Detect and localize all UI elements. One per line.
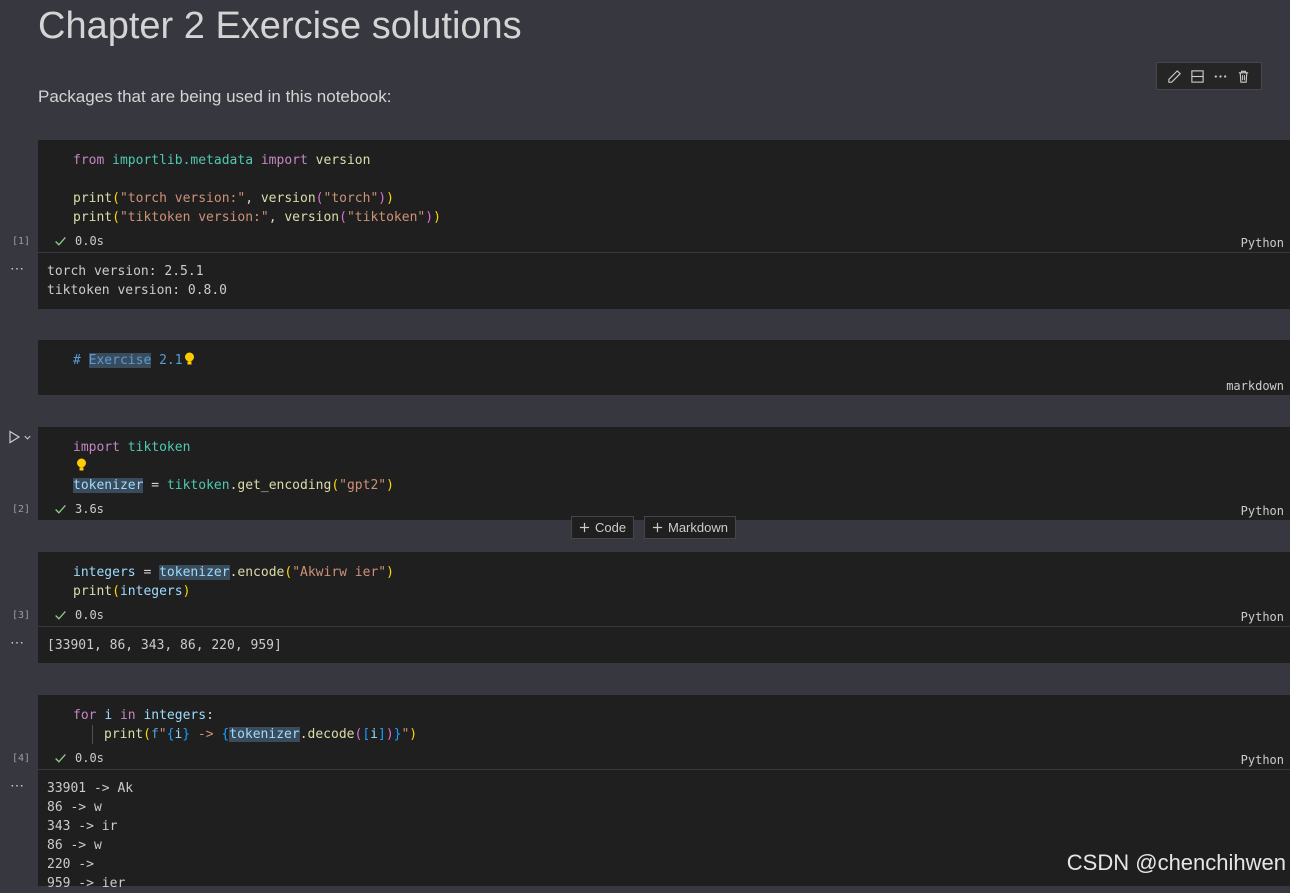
trash-icon[interactable]: [1235, 67, 1253, 85]
plus-icon: [579, 522, 590, 533]
watermark: CSDN @chenchihwen: [1066, 850, 1286, 875]
output-more-icon[interactable]: ⋯: [10, 260, 24, 277]
chevron-down-icon[interactable]: [23, 433, 32, 442]
code-cell-1[interactable]: from importlib.metadata import version p…: [38, 140, 1290, 252]
check-icon: [55, 610, 66, 620]
cell-language[interactable]: Python: [1241, 610, 1284, 624]
cell-status: 0.0s: [54, 751, 104, 765]
exec-time: 0.0s: [75, 751, 104, 765]
code-cell-4[interactable]: for i in integers: print(f"{i} -> {token…: [38, 695, 1290, 769]
exec-count: [1]: [12, 236, 31, 247]
exec-time: 0.0s: [75, 608, 104, 622]
code-line: print("torch version:", version("torch")…: [73, 191, 394, 206]
lightbulb-icon[interactable]: [184, 352, 195, 366]
check-icon: [55, 504, 66, 514]
output-more-icon[interactable]: ⋯: [10, 634, 24, 651]
code-line: print(f"{i} -> {tokenizer.decode([i])}"): [104, 727, 418, 742]
check-icon: [55, 753, 66, 763]
exec-time: 0.0s: [75, 234, 104, 248]
code-line: tokenizer = tiktoken.get_encoding("gpt2"…: [73, 478, 394, 493]
exec-count: [4]: [12, 753, 31, 764]
exec-time: 3.6s: [75, 502, 104, 516]
cell-status: 0.0s: [54, 608, 104, 622]
plus-icon: [652, 522, 663, 533]
code-cell-3[interactable]: integers = tokenizer.encode("Akwirw ier"…: [38, 552, 1290, 626]
check-icon: [55, 236, 66, 246]
code-line: # Exercise 2.1: [73, 353, 183, 368]
play-icon: [9, 430, 21, 444]
output-line: tiktoken version: 0.8.0: [47, 283, 228, 298]
markdown-cell[interactable]: # Exercise 2.1 markdown: [38, 340, 1290, 395]
code-line: print(integers): [73, 584, 191, 599]
cell-language[interactable]: Python: [1241, 236, 1284, 250]
add-code-cell-button[interactable]: Code: [571, 516, 635, 539]
code-line: integers = tokenizer.encode("Akwirw ier"…: [73, 565, 394, 580]
output-line: 33901 -> Ak: [47, 781, 134, 796]
run-cell-button[interactable]: [8, 430, 32, 444]
cell-language[interactable]: Python: [1241, 753, 1284, 767]
cell-language[interactable]: markdown: [1226, 379, 1284, 393]
cell-status: 0.0s: [54, 234, 104, 248]
split-cell-icon[interactable]: [1189, 67, 1207, 85]
pencil-icon[interactable]: [1166, 67, 1184, 85]
notebook-title: Chapter 2 Exercise solutions: [38, 5, 522, 47]
cell-output-3: [33901, 86, 343, 86, 220, 959]: [38, 627, 1290, 663]
code-line: from importlib.metadata import version: [73, 153, 371, 168]
output-line: 86 -> w: [47, 838, 102, 853]
output-line: 220 ->: [47, 857, 102, 872]
code-line: import tiktoken: [73, 440, 191, 455]
markdown-paragraph: Packages that are being used in this not…: [38, 87, 392, 106]
lightbulb-icon[interactable]: [76, 458, 87, 472]
exec-count: [3]: [12, 610, 31, 621]
cell-output-1: torch version: 2.5.1 tiktoken version: 0…: [38, 253, 1290, 309]
output-line: torch version: 2.5.1: [47, 264, 204, 279]
output-more-icon[interactable]: ⋯: [10, 777, 24, 794]
output-line: 959 -> ier: [47, 876, 126, 891]
output-line: [33901, 86, 343, 86, 220, 959]: [47, 638, 282, 653]
more-icon[interactable]: [1212, 67, 1230, 85]
code-line: for i in integers:: [73, 708, 214, 723]
code-cell-2[interactable]: import tiktoken tokenizer = tiktoken.get…: [38, 427, 1290, 520]
output-line: 343 -> ir: [47, 819, 118, 834]
cell-language[interactable]: Python: [1241, 504, 1284, 518]
code-line: print("tiktoken version:", version("tikt…: [73, 210, 441, 225]
exec-count: [2]: [12, 504, 31, 515]
output-line: 86 -> w: [47, 800, 102, 815]
add-markdown-cell-button[interactable]: Markdown: [644, 516, 736, 539]
cell-status: 3.6s: [54, 502, 104, 516]
markdown-cell-toolbar: [1156, 62, 1262, 90]
